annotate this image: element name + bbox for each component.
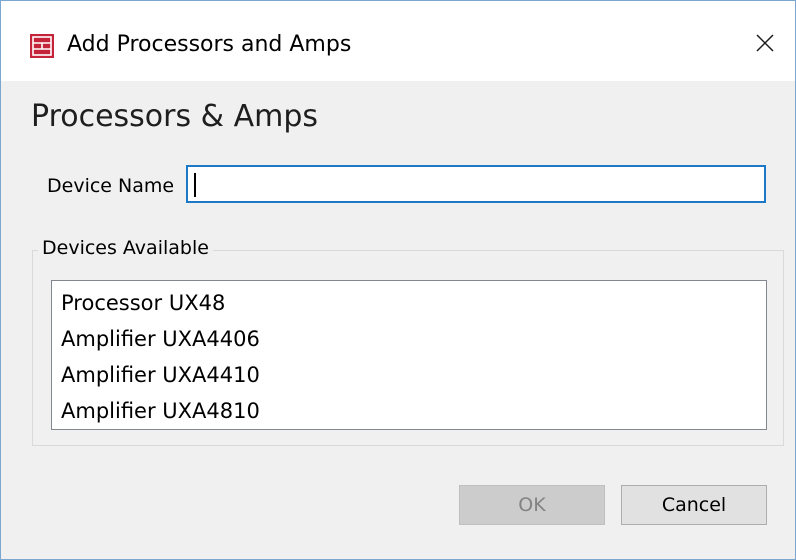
device-name-input[interactable] xyxy=(186,165,766,203)
dialog-window: Add Processors and Amps Processors & Amp… xyxy=(0,0,796,560)
devices-listbox[interactable]: Processor UX48 Amplifier UXA4406 Amplifi… xyxy=(51,280,767,430)
devices-available-legend: Devices Available xyxy=(38,235,213,261)
list-item[interactable]: Amplifier UXA4410 xyxy=(52,357,766,393)
cancel-button[interactable]: Cancel xyxy=(621,485,767,525)
text-caret xyxy=(194,173,196,197)
device-name-label: Device Name xyxy=(47,175,175,197)
processor-rack-icon xyxy=(30,34,54,58)
page-title: Processors & Amps xyxy=(31,99,319,134)
title-bar[interactable]: Add Processors and Amps xyxy=(1,1,795,81)
list-item[interactable]: Amplifier UXA4810 xyxy=(52,393,766,429)
close-icon xyxy=(756,34,774,52)
list-item[interactable]: Amplifier UXA4406 xyxy=(52,321,766,357)
window-title: Add Processors and Amps xyxy=(67,32,352,57)
list-item[interactable]: Processor UX48 xyxy=(52,285,766,321)
ok-button[interactable]: OK xyxy=(459,485,605,525)
close-button[interactable] xyxy=(735,15,795,71)
